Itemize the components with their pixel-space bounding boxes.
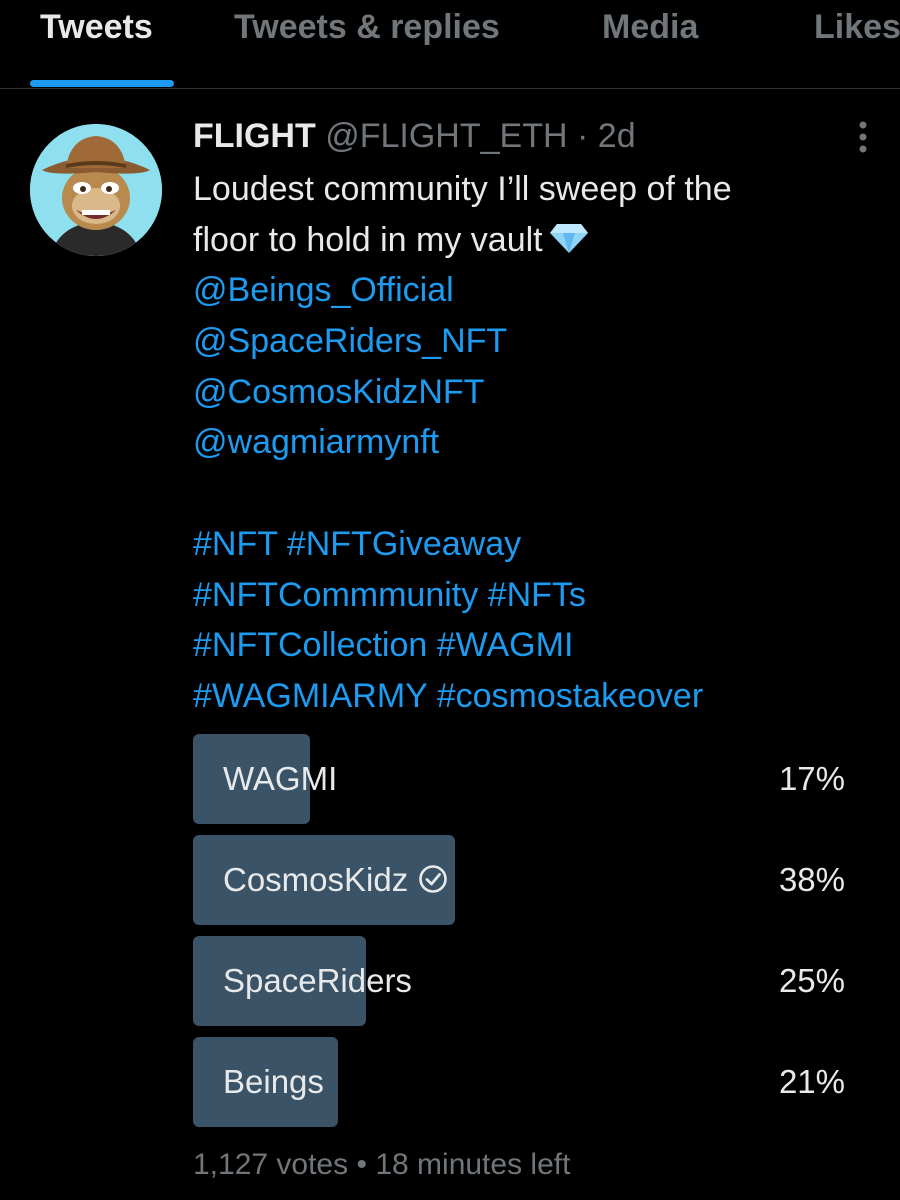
poll-option-percent: 21%: [778, 1063, 845, 1100]
poll-option-label: Beings: [223, 1063, 324, 1100]
author-handle[interactable]: @FLIGHT_ETH: [325, 117, 567, 155]
poll-option-beings[interactable]: Beings 21%: [193, 1037, 873, 1127]
poll-vote-count: 1,127 votes: [193, 1148, 349, 1181]
poll-option-wagmi[interactable]: WAGMI 17%: [193, 734, 873, 824]
more-options-icon[interactable]: [846, 118, 880, 158]
poll-time-left: 18 minutes left: [375, 1148, 571, 1181]
poll-option-label: CosmosKidz: [223, 835, 448, 925]
hashtag-link[interactable]: #NFTCollection: [193, 626, 427, 664]
hashtag-line: #NFTCollection #WAGMI: [193, 620, 873, 671]
mention-link[interactable]: @wagmiarmynft: [193, 417, 873, 468]
tab-media[interactable]: Media: [602, 8, 698, 47]
poll-footer: 1,127 votes • 18 minutes left: [193, 1148, 570, 1182]
tweet-text: Loudest community I’ll sweep of the floo…: [193, 164, 873, 722]
selected-check-icon: [419, 865, 448, 893]
hashtag-link[interactable]: #WAGMI: [437, 626, 574, 664]
hashtag-line: #NFTCommmunity #NFTs: [193, 570, 873, 621]
tab-tweets[interactable]: Tweets: [40, 8, 153, 47]
poll-option-label: SpaceRiders: [223, 962, 412, 999]
hashtag-link[interactable]: #NFTGiveaway: [287, 525, 521, 563]
tweet-time[interactable]: 2d: [598, 117, 636, 155]
avatar[interactable]: [30, 124, 162, 256]
tab-likes[interactable]: Likes: [814, 8, 900, 47]
ape-avatar-icon: [30, 124, 162, 256]
tweet-text-line: floor to hold in my vault: [193, 215, 873, 266]
tweet-text-segment: floor to hold in my vault: [193, 220, 543, 259]
header-separator: ·: [577, 117, 589, 155]
poll-option-percent: 38%: [778, 861, 845, 898]
tweet-text-line: Loudest community I’ll sweep of the: [193, 170, 732, 208]
profile-tabs: Tweets Tweets & replies Media Likes: [0, 0, 900, 89]
diamond-icon: [549, 223, 588, 253]
poll-option-label: WAGMI: [223, 760, 338, 797]
hashtag-link[interactable]: #cosmostakeover: [437, 677, 703, 715]
mention-link[interactable]: @CosmosKidzNFT: [193, 367, 873, 418]
active-tab-indicator: [30, 80, 174, 87]
hashtag-line: #NFT #NFTGiveaway: [193, 519, 873, 570]
hashtag-link[interactable]: #NFTCommmunity: [193, 576, 478, 614]
tab-tweets-and-replies[interactable]: Tweets & replies: [234, 8, 500, 47]
tweet-header: FLIGHT @FLIGHT_ETH · 2d: [193, 114, 636, 158]
poll-option-spaceriders[interactable]: SpaceRiders 25%: [193, 936, 873, 1026]
mention-link[interactable]: @Beings_Official: [193, 265, 873, 316]
hashtag-line: #WAGMIARMY #cosmostakeover: [193, 671, 873, 722]
poll-footer-dot: •: [356, 1148, 367, 1181]
poll-option-cosmoskidz[interactable]: CosmosKidz 38%: [193, 835, 873, 925]
hashtag-link[interactable]: #NFT: [193, 525, 277, 563]
poll-option-label-text: CosmosKidz: [223, 861, 409, 898]
poll-option-percent: 25%: [778, 962, 845, 999]
mention-link[interactable]: @SpaceRiders_NFT: [193, 316, 873, 367]
poll-option-percent: 17%: [778, 760, 845, 797]
hashtag-link[interactable]: #NFTs: [488, 576, 586, 614]
hashtag-link[interactable]: #WAGMIARMY: [193, 677, 427, 715]
author-name[interactable]: FLIGHT: [193, 117, 316, 155]
